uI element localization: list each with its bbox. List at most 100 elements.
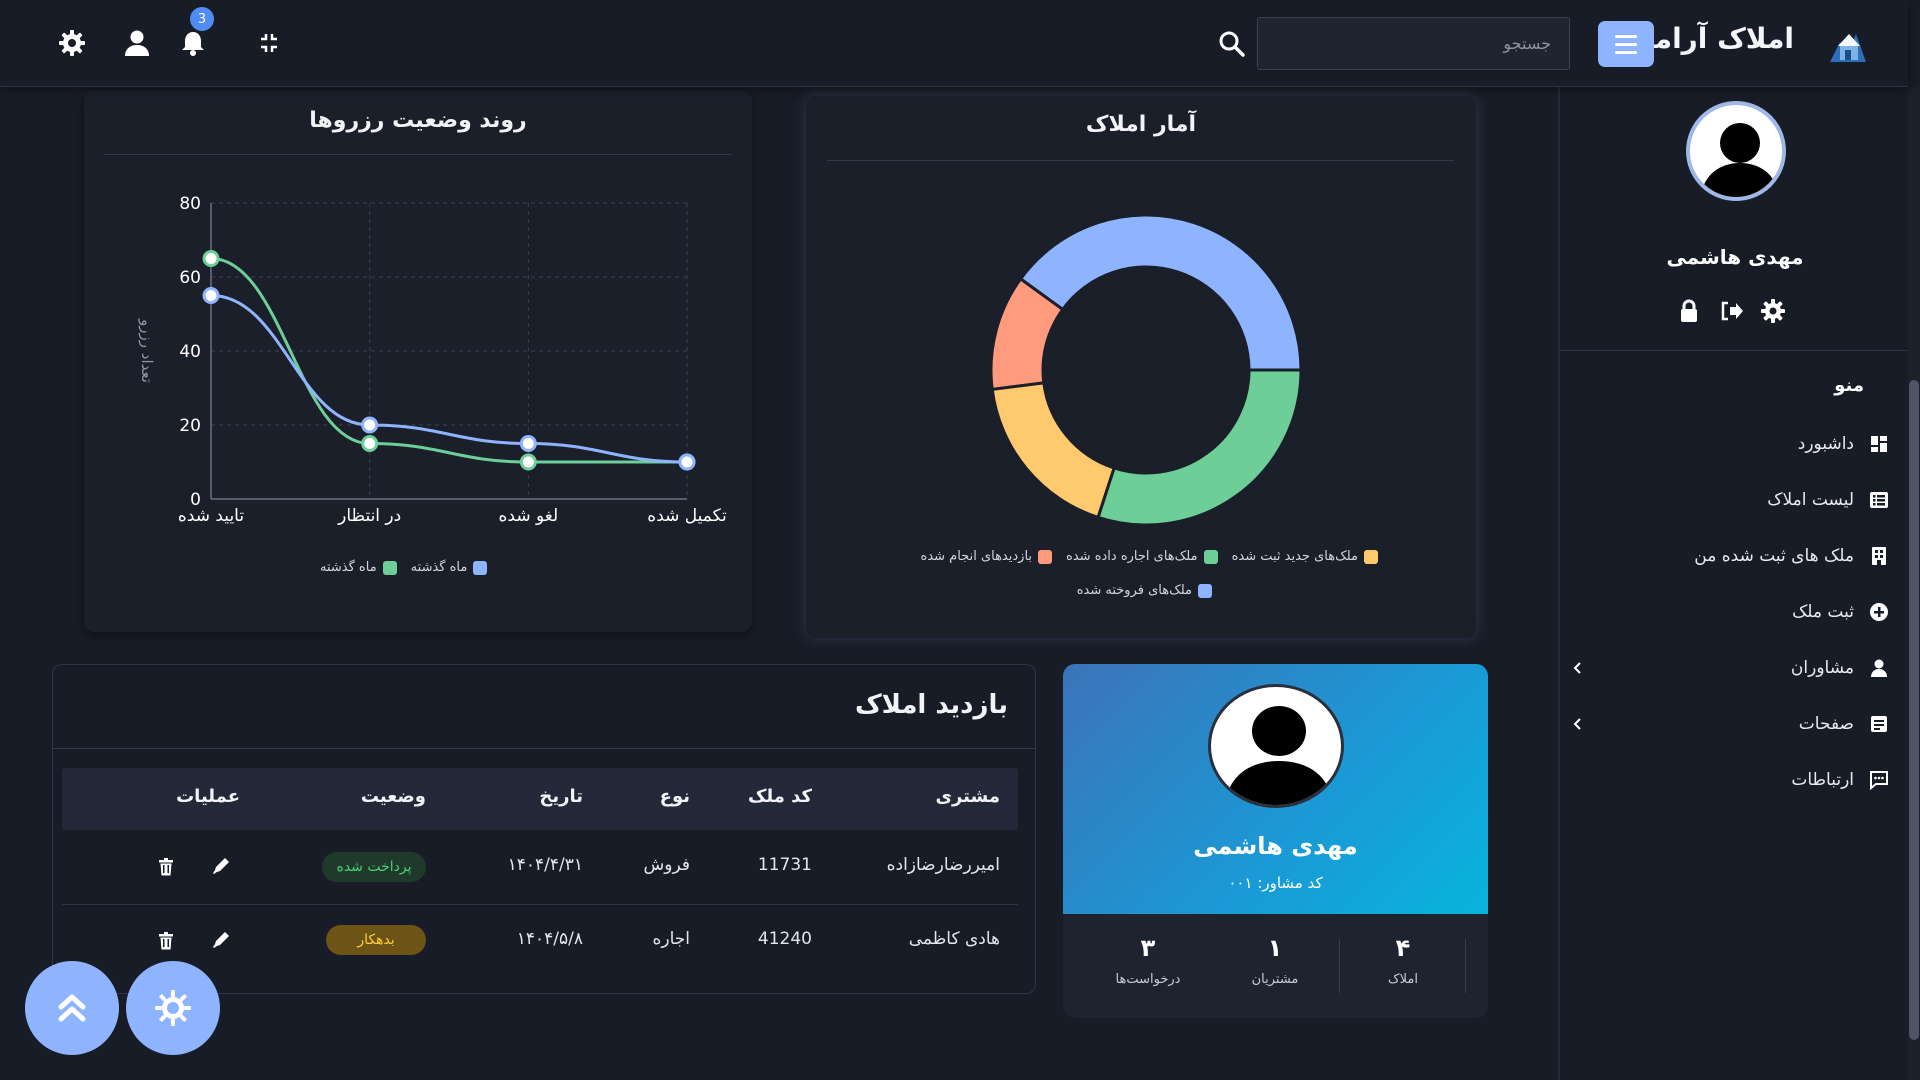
data-point[interactable] <box>519 453 537 471</box>
stat-properties: ۴ املاک <box>1343 934 1463 987</box>
legend-item[interactable]: بازدیدهای انجام شده <box>921 549 1053 564</box>
hamburger-line <box>1615 42 1637 46</box>
sidebar-item-communications[interactable]: ارتباطات <box>1560 762 1890 798</box>
x-tick-label: لغو شده <box>499 506 559 526</box>
legend-swatch <box>473 560 488 575</box>
legend-item[interactable]: ماه گذشته <box>320 560 397 575</box>
advisor-code: کد مشاور: ۰۰۱ <box>1228 874 1323 892</box>
gear-icon[interactable] <box>1760 298 1786 324</box>
avatar-silhouette-icon <box>1225 706 1333 805</box>
column-header[interactable]: عملیات <box>176 786 240 807</box>
building-icon <box>1872 547 1886 565</box>
column-header[interactable]: نوع <box>660 786 690 807</box>
table-cell-date: ۱۴۰۴/۴/۳۱ <box>507 855 583 875</box>
table-cell-date: ۱۴۰۴/۵/۸ <box>516 929 583 949</box>
sidebar-user-actions <box>1676 298 1786 324</box>
data-point[interactable] <box>519 435 537 452</box>
chevron-left-icon[interactable] <box>1570 660 1586 676</box>
legend-swatch <box>1203 549 1218 564</box>
data-point[interactable] <box>678 453 696 471</box>
sidebar-item-dashboard[interactable]: داشبورد <box>1560 426 1890 462</box>
sidebar-item-pages[interactable]: صفحات <box>1560 706 1890 742</box>
legend-label: ملک‌های اجاره داده شده <box>1066 549 1198 564</box>
sidebar-item-advisors[interactable]: مشاوران <box>1560 650 1890 686</box>
sidebar-item-label: مشاوران <box>1790 658 1854 678</box>
table-cell-customer: هادی کاظمی <box>908 929 1000 949</box>
stat-label: مشتریان <box>1251 972 1299 987</box>
column-header[interactable]: وضعیت <box>361 786 426 807</box>
stat-divider <box>1465 939 1466 993</box>
status-badge: بدهکار <box>326 925 426 955</box>
data-point[interactable] <box>202 287 220 304</box>
table-cell-customer: امیررضارضازاده <box>886 855 1000 875</box>
gear-icon[interactable] <box>57 28 87 58</box>
notification-badge: 3 <box>190 7 214 31</box>
data-point[interactable] <box>361 435 379 452</box>
legend-swatch <box>382 560 397 575</box>
avatar[interactable] <box>1208 684 1344 808</box>
y-axis-label: تعداد رزرو <box>138 318 156 383</box>
menu-toggle-button[interactable] <box>1598 21 1654 67</box>
y-tick-label: 80 <box>179 194 201 214</box>
scroll-to-top-button[interactable] <box>25 961 119 1055</box>
legend-label: ملک‌های فروخته شده <box>1076 583 1192 598</box>
legend-item[interactable]: ملک‌های فروخته شده <box>1077 583 1212 598</box>
users-icon <box>1871 659 1887 677</box>
sidebar-item-add-property[interactable]: ثبت ملک <box>1560 594 1890 630</box>
sidebar-item-label: ملک های ثبت شده من <box>1694 546 1854 566</box>
stat-customers: ۱ مشتریان <box>1215 934 1335 987</box>
trash-icon[interactable] <box>155 930 177 952</box>
status-badge: پرداخت شده <box>322 852 426 882</box>
stat-label: املاک <box>1388 972 1418 987</box>
property-stats-donut-chart <box>989 213 1303 527</box>
legend-label: ملک‌های جدید ثبت شده <box>1231 549 1358 564</box>
logout-icon[interactable] <box>1718 298 1744 324</box>
hamburger-line <box>1615 34 1637 38</box>
sidebar-item-my-properties[interactable]: ملک های ثبت شده من <box>1560 538 1890 574</box>
column-header[interactable]: کد ملک <box>748 786 812 807</box>
stat-requests: ۳ درخواست‌ها <box>1088 934 1208 987</box>
hamburger-line <box>1615 50 1637 54</box>
lock-icon[interactable] <box>1676 298 1702 324</box>
donut-slice[interactable] <box>1018 213 1303 372</box>
column-header[interactable]: مشتری <box>935 786 1000 807</box>
sidebar-user-name: مهدی هاشمی <box>1666 245 1804 269</box>
collapse-icon[interactable] <box>254 28 284 58</box>
legend-item[interactable]: ملک‌های اجاره داده شده <box>1066 549 1218 564</box>
donut-slice[interactable] <box>990 381 1117 520</box>
legend-item[interactable]: ملک‌های جدید ثبت شده <box>1232 549 1378 564</box>
search-input[interactable] <box>1257 17 1570 70</box>
avatar[interactable] <box>1686 101 1786 201</box>
chat-icon <box>1870 771 1888 791</box>
legend-item[interactable]: ماه گذشته <box>411 560 488 575</box>
sidebar-item-property-list[interactable]: لیست املاک <box>1560 482 1890 518</box>
edit-icon[interactable] <box>210 929 232 951</box>
x-tick-label: تکمیل شده <box>647 506 727 526</box>
legend-label: ماه گذشته <box>320 560 377 575</box>
trash-icon[interactable] <box>155 856 177 878</box>
bell-icon[interactable] <box>178 28 208 58</box>
data-point[interactable] <box>202 250 220 267</box>
theme-settings-button[interactable] <box>126 961 220 1055</box>
legend-swatch <box>1364 549 1378 564</box>
column-header[interactable]: تاریخ <box>539 786 583 807</box>
profile-card: مهدی هاشمی کد مشاور: ۰۰۱ ۴ املاک ۱ مشتری… <box>1063 664 1488 1018</box>
data-point[interactable] <box>361 416 379 434</box>
sidebar-item-label: ارتباطات <box>1791 770 1854 790</box>
sidebar <box>1558 87 1920 1080</box>
donut-slice[interactable] <box>1096 368 1303 527</box>
stat-value: ۳ <box>1140 934 1156 962</box>
search-icon[interactable] <box>1218 30 1246 58</box>
user-icon[interactable] <box>122 28 152 58</box>
card-divider <box>827 160 1454 161</box>
brand-logo <box>1830 34 1866 62</box>
list-icon <box>1870 492 1888 508</box>
table-cell-type: اجاره <box>652 929 690 949</box>
card-divider <box>104 154 732 155</box>
chevron-left-icon[interactable] <box>1570 716 1586 732</box>
visits-title: بازدید املاک <box>854 690 1008 720</box>
scrollbar-thumb[interactable] <box>1909 380 1919 1040</box>
legend-swatch <box>1038 549 1053 564</box>
menu-title: منو <box>1834 375 1864 396</box>
edit-icon[interactable] <box>210 855 232 877</box>
